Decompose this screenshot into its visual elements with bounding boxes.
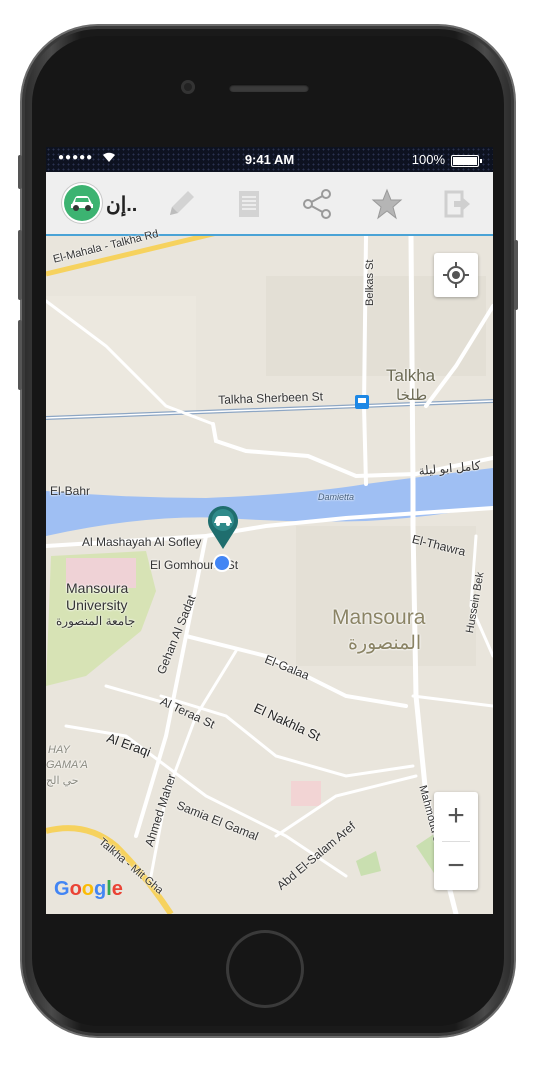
map-label-river: Damietta [318, 492, 355, 502]
earpiece-speaker [229, 84, 309, 92]
zoom-out-button[interactable]: − [434, 842, 478, 890]
front-camera [181, 80, 195, 94]
volume-down-button [18, 320, 22, 390]
status-bar: ●●●●● 9:41 AM 100% [46, 147, 493, 172]
zoom-controls: + − [434, 792, 478, 890]
document-icon[interactable] [232, 187, 266, 221]
map-label-place: جامعة المنصورة [56, 614, 136, 628]
map-label-city: Mansoura [332, 606, 426, 629]
pencil-icon[interactable] [164, 187, 198, 221]
app-toolbar: إن.. [46, 172, 493, 236]
screen: ●●●●● 9:41 AM 100% إن.. El-Mahala - Talk… [46, 147, 493, 914]
star-icon[interactable] [370, 187, 404, 221]
car-logo-icon[interactable] [64, 185, 100, 221]
map-label-place: University [66, 597, 128, 613]
my-location-button[interactable] [434, 253, 478, 297]
battery-icon [451, 155, 482, 167]
logout-icon[interactable] [440, 187, 474, 221]
map-label-district: GAMA'A [46, 759, 88, 771]
zoom-in-button[interactable]: + [434, 792, 478, 840]
home-button[interactable] [229, 933, 301, 1005]
share-icon[interactable] [300, 187, 334, 221]
car-marker-icon[interactable] [206, 504, 240, 550]
map-label-place: Mansoura [66, 580, 129, 596]
map-label-district: حي الج [46, 775, 79, 787]
map-label-city: المنصورة [348, 633, 422, 654]
mute-switch [18, 155, 22, 189]
google-attribution-logo: Google [54, 878, 123, 900]
map-label-road: Al Mashayah Al Sofley [82, 535, 202, 549]
map-label-city: طلخا [396, 387, 428, 404]
map-label-city: Talkha [386, 366, 436, 385]
app-title: إن.. [106, 194, 138, 216]
map-label-road: El-Bahr [50, 484, 91, 498]
map-label-district: HAY [48, 744, 70, 756]
volume-up-button [18, 230, 22, 300]
current-location-dot [215, 556, 229, 570]
map-view[interactable]: El-Mahala - Talkha Rd Belkas St Talkha ط… [46, 228, 493, 914]
power-button [514, 240, 518, 310]
battery-percent: 100% [411, 152, 445, 167]
crosshair-icon [443, 262, 469, 288]
map-label-road: Belkas St [364, 259, 376, 306]
